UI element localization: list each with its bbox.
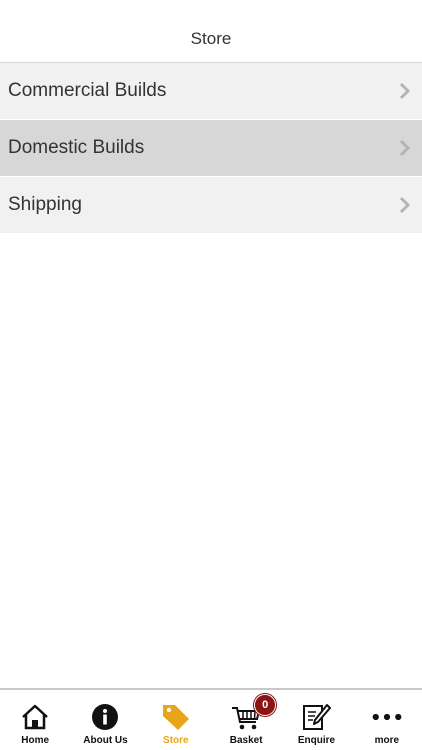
list-item-commercial-builds[interactable]: Commercial Builds	[0, 63, 422, 120]
page-title: Store	[190, 29, 232, 48]
chevron-right-icon	[398, 138, 412, 158]
tab-basket[interactable]: 0 Basket	[211, 690, 281, 750]
category-list: Commercial Builds Domestic Builds Shippi…	[0, 63, 422, 234]
tab-enquire[interactable]: Enquire	[281, 690, 351, 750]
tab-about-us[interactable]: About Us	[70, 690, 140, 750]
navigation-bar: Store	[0, 0, 422, 63]
list-item-label: Shipping	[8, 194, 82, 215]
tab-home[interactable]: Home	[0, 690, 70, 750]
chevron-right-icon	[398, 195, 412, 215]
tag-icon	[161, 702, 191, 732]
tab-label: Enquire	[297, 735, 336, 746]
list-item-shipping[interactable]: Shipping	[0, 177, 422, 234]
store-screen: Store Commercial Builds Domestic Builds …	[0, 0, 422, 750]
home-icon	[20, 702, 50, 732]
basket-count-badge: 0	[254, 694, 277, 716]
tab-label: Basket	[229, 735, 263, 746]
info-icon	[90, 702, 120, 732]
list-item-domestic-builds[interactable]: Domestic Builds	[0, 120, 422, 177]
tab-bar: Home About Us Store 0 Basket Enquire mor…	[0, 688, 422, 750]
chevron-right-icon	[398, 81, 412, 101]
tab-label: Home	[21, 735, 50, 746]
tab-label: more	[374, 735, 400, 746]
tab-label: About Us	[83, 735, 128, 746]
tab-more[interactable]: more	[352, 690, 422, 750]
edit-icon	[301, 702, 332, 732]
tab-store[interactable]: Store	[141, 690, 211, 750]
list-item-label: Domestic Builds	[8, 137, 145, 158]
list-item-label: Commercial Builds	[8, 80, 167, 101]
tab-label: Store	[163, 735, 189, 746]
more-icon	[372, 702, 402, 732]
